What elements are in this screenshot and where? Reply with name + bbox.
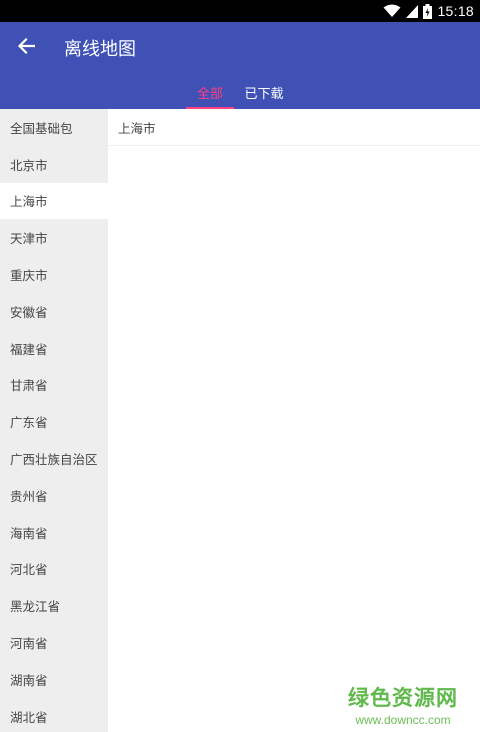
sidebar-item-chongqing[interactable]: 重庆市 (0, 256, 108, 293)
province-sidebar[interactable]: 全国基础包 北京市 上海市 天津市 重庆市 安徽省 福建省 甘肃省 广东省 广西… (0, 109, 108, 732)
sidebar-item-heilongjiang[interactable]: 黑龙江省 (0, 587, 108, 624)
city-list: 上海市 (108, 109, 480, 732)
tab-bar: 全部 已下载 (0, 79, 480, 109)
sidebar-item-beijing[interactable]: 北京市 (0, 146, 108, 183)
sidebar-item-guangxi[interactable]: 广西壮族自治区 (0, 440, 108, 477)
watermark: 绿色资源网 www.downcc.com (348, 682, 458, 727)
page-title: 离线地图 (64, 39, 136, 60)
sidebar-item-shanghai[interactable]: 上海市 (0, 182, 108, 220)
battery-icon (423, 3, 433, 19)
sidebar-item-national-base[interactable]: 全国基础包 (0, 109, 108, 146)
app-bar: 离线地图 全部 已下载 (0, 22, 480, 109)
sidebar-item-tianjin[interactable]: 天津市 (0, 219, 108, 256)
sidebar-item-gansu[interactable]: 甘肃省 (0, 367, 108, 404)
tab-downloaded[interactable]: 已下载 (237, 83, 291, 109)
sidebar-item-guizhou[interactable]: 贵州省 (0, 477, 108, 514)
sidebar-item-hunan[interactable]: 湖南省 (0, 661, 108, 698)
list-item[interactable]: 上海市 (108, 109, 480, 146)
cell-signal-icon (406, 4, 419, 18)
sidebar-item-guangdong[interactable]: 广东省 (0, 403, 108, 440)
watermark-url: www.downcc.com (355, 713, 451, 727)
sidebar-item-hainan[interactable]: 海南省 (0, 514, 108, 551)
clock: 15:18 (437, 3, 474, 19)
sidebar-item-henan[interactable]: 河南省 (0, 624, 108, 661)
sidebar-item-hebei[interactable]: 河北省 (0, 551, 108, 588)
back-button[interactable] (10, 34, 42, 62)
watermark-title: 绿色资源网 (348, 686, 458, 710)
sidebar-item-anhui[interactable]: 安徽省 (0, 293, 108, 330)
sidebar-item-hubei[interactable]: 湖北省 (0, 698, 108, 732)
wifi-icon (383, 4, 401, 18)
sidebar-item-fujian[interactable]: 福建省 (0, 330, 108, 367)
tab-all[interactable]: 全部 (186, 83, 234, 109)
arrow-left-icon (17, 37, 36, 58)
status-bar: 15:18 (0, 0, 480, 22)
